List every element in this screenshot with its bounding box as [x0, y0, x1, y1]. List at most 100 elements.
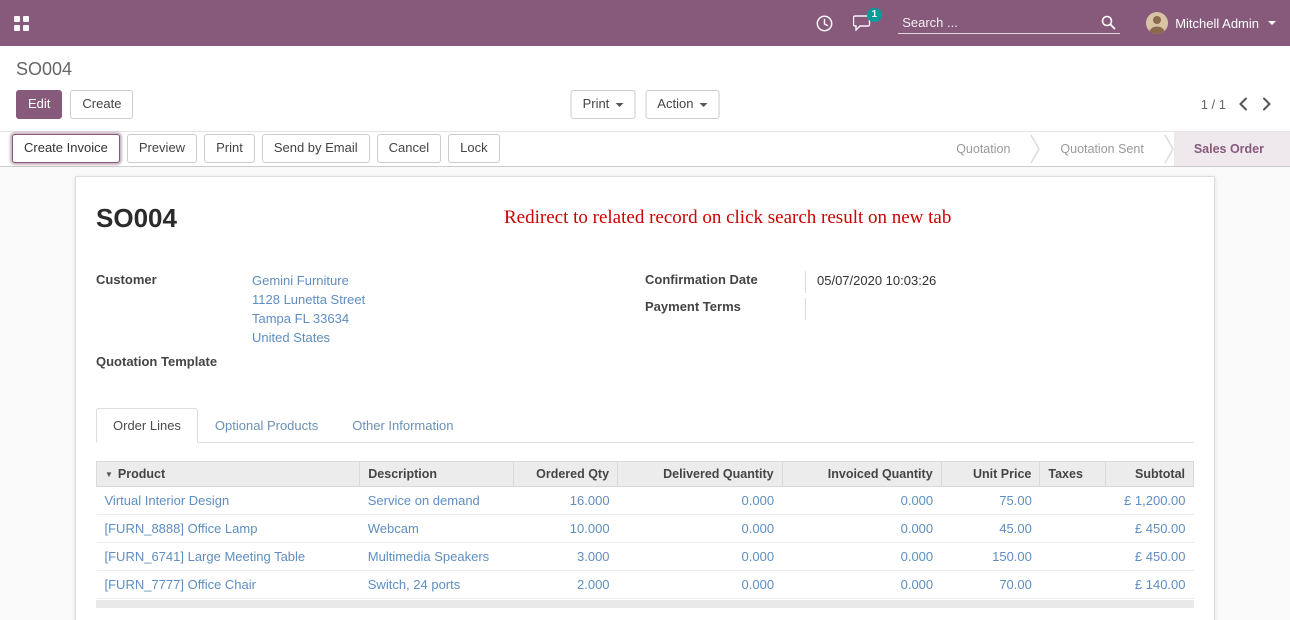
description-cell[interactable]: Multimedia Speakers: [360, 542, 514, 570]
action-dropdown-button[interactable]: Action: [645, 90, 719, 119]
notebook-tabs: Order Lines Optional Products Other Info…: [96, 408, 1194, 443]
product-cell[interactable]: [FURN_8888] Office Lamp: [97, 514, 360, 542]
chevron-separator-icon: [1030, 132, 1040, 166]
unit-price-cell: 150.00: [941, 542, 1040, 570]
pager-previous-button[interactable]: [1236, 95, 1250, 113]
delivered-qty-cell: 0.000: [618, 570, 783, 598]
caret-down-icon: [615, 103, 623, 107]
ordered-qty-cell: 2.000: [513, 570, 617, 598]
description-cell[interactable]: Service on demand: [360, 486, 514, 514]
create-button[interactable]: Create: [70, 90, 133, 119]
global-search: [898, 12, 1120, 34]
statusbar: Create Invoice Preview Print Send by Ema…: [0, 131, 1290, 167]
state-quotation-sent[interactable]: Quotation Sent: [1040, 132, 1163, 166]
description-cell[interactable]: Webcam: [360, 514, 514, 542]
status-pipeline: Quotation Quotation Sent Sales Order: [936, 132, 1290, 166]
table-row[interactable]: [FURN_6741] Large Meeting Table Multimed…: [97, 542, 1194, 570]
delivered-qty-cell: 0.000: [618, 542, 783, 570]
taxes-cell: [1040, 514, 1106, 542]
edit-button[interactable]: Edit: [16, 90, 62, 119]
activities-clock-icon[interactable]: [816, 15, 833, 32]
messages-icon[interactable]: 1: [853, 15, 872, 31]
subtotal-cell: £ 140.00: [1106, 570, 1194, 598]
print-dropdown-button[interactable]: Print: [571, 90, 636, 119]
print-button[interactable]: Print: [204, 134, 255, 163]
state-quotation[interactable]: Quotation: [936, 132, 1030, 166]
table-row[interactable]: [FURN_8888] Office Lamp Webcam 10.000 0.…: [97, 514, 1194, 542]
column-header-ordered-qty[interactable]: Ordered Qty: [513, 461, 617, 486]
product-cell[interactable]: [FURN_7777] Office Chair: [97, 570, 360, 598]
customer-address-line: United States: [252, 328, 365, 347]
sort-desc-icon: ▼: [105, 470, 113, 479]
payment-terms-value: [805, 298, 1025, 320]
product-cell[interactable]: Virtual Interior Design: [97, 486, 360, 514]
caret-down-icon: [699, 103, 707, 107]
breadcrumb: SO004: [0, 46, 1290, 82]
customer-link[interactable]: Gemini Furniture: [252, 271, 365, 290]
ordered-qty-cell: 10.000: [513, 514, 617, 542]
payment-terms-label: Payment Terms: [645, 298, 805, 320]
tab-order-lines[interactable]: Order Lines: [96, 408, 198, 443]
pager-value: 1 / 1: [1201, 97, 1226, 112]
apps-menu-icon[interactable]: [14, 16, 29, 31]
ordered-qty-cell: 16.000: [513, 486, 617, 514]
unit-price-cell: 75.00: [941, 486, 1040, 514]
column-header-unit-price[interactable]: Unit Price: [941, 461, 1040, 486]
create-invoice-button[interactable]: Create Invoice: [12, 134, 120, 163]
cancel-button[interactable]: Cancel: [377, 134, 441, 163]
lock-button[interactable]: Lock: [448, 134, 499, 163]
control-panel: Edit Create Print Action 1 / 1: [0, 82, 1290, 131]
confirmation-date-label: Confirmation Date: [645, 271, 805, 293]
page-title: SO004: [16, 59, 72, 79]
order-lines-table: ▼Product Description Ordered Qty Deliver…: [96, 461, 1194, 599]
customer-field-label: Customer: [96, 271, 252, 347]
quotation-template-label: Quotation Template: [96, 353, 252, 369]
delivered-qty-cell: 0.000: [618, 514, 783, 542]
product-cell[interactable]: [FURN_6741] Large Meeting Table: [97, 542, 360, 570]
table-row[interactable]: Virtual Interior Design Service on deman…: [97, 486, 1194, 514]
tab-optional-products[interactable]: Optional Products: [198, 408, 335, 443]
taxes-cell: [1040, 486, 1106, 514]
invoiced-qty-cell: 0.000: [782, 570, 941, 598]
content-area: SO004 Redirect to related record on clic…: [0, 167, 1290, 620]
taxes-cell: [1040, 542, 1106, 570]
chevron-separator-icon: [1164, 132, 1174, 166]
user-avatar: [1146, 12, 1168, 34]
invoiced-qty-cell: 0.000: [782, 486, 941, 514]
customer-address-line: Tampa FL 33634: [252, 309, 365, 328]
unit-price-cell: 70.00: [941, 570, 1040, 598]
table-row[interactable]: [FURN_7777] Office Chair Switch, 24 port…: [97, 570, 1194, 598]
column-header-delivered-quantity[interactable]: Delivered Quantity: [618, 461, 783, 486]
ordered-qty-cell: 3.000: [513, 542, 617, 570]
column-header-invoiced-quantity[interactable]: Invoiced Quantity: [782, 461, 941, 486]
message-count-badge: 1: [867, 8, 883, 22]
search-input[interactable]: [902, 15, 1101, 30]
top-navbar: 1 Mitchell Admin: [0, 0, 1290, 46]
column-header-product[interactable]: ▼Product: [97, 461, 360, 486]
send-by-email-button[interactable]: Send by Email: [262, 134, 370, 163]
subtotal-cell: £ 450.00: [1106, 542, 1194, 570]
column-header-taxes[interactable]: Taxes: [1040, 461, 1106, 486]
delivered-qty-cell: 0.000: [618, 486, 783, 514]
table-scrollbar-track[interactable]: [96, 600, 1194, 608]
subtotal-cell: £ 450.00: [1106, 514, 1194, 542]
column-header-description[interactable]: Description: [360, 461, 514, 486]
user-name: Mitchell Admin: [1175, 16, 1259, 31]
annotation-note: Redirect to related record on click sear…: [504, 207, 951, 229]
unit-price-cell: 45.00: [941, 514, 1040, 542]
user-menu[interactable]: Mitchell Admin: [1146, 12, 1276, 34]
tab-other-information[interactable]: Other Information: [335, 408, 470, 443]
invoiced-qty-cell: 0.000: [782, 542, 941, 570]
state-sales-order[interactable]: Sales Order: [1174, 132, 1290, 166]
search-icon[interactable]: [1101, 15, 1116, 30]
sales-order-sheet: SO004 Redirect to related record on clic…: [75, 176, 1215, 620]
subtotal-cell: £ 1,200.00: [1106, 486, 1194, 514]
description-cell[interactable]: Switch, 24 ports: [360, 570, 514, 598]
user-caret-down-icon: [1268, 21, 1276, 25]
customer-field-value: Gemini Furniture 1128 Lunetta Street Tam…: [252, 271, 365, 347]
pager-next-button[interactable]: [1260, 95, 1274, 113]
column-header-subtotal[interactable]: Subtotal: [1106, 461, 1194, 486]
taxes-cell: [1040, 570, 1106, 598]
preview-button[interactable]: Preview: [127, 134, 197, 163]
table-header-row: ▼Product Description Ordered Qty Deliver…: [97, 461, 1194, 486]
